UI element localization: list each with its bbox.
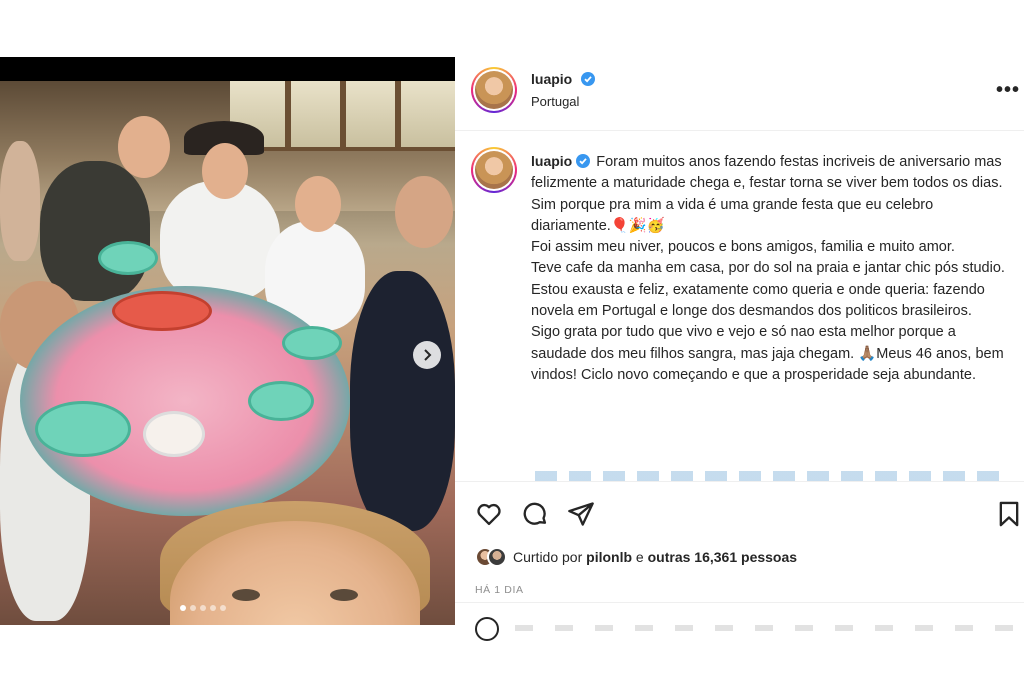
- avatar[interactable]: [471, 67, 517, 113]
- likes-summary: Curtido por pilonlb e outras 16,361 pess…: [475, 547, 797, 567]
- carousel-dot[interactable]: [190, 605, 196, 611]
- photo-content: [0, 81, 455, 625]
- caption-avatar[interactable]: [471, 147, 517, 193]
- liker-avatar: [487, 547, 507, 567]
- hashtags-overflow: [535, 471, 1005, 481]
- liker-username[interactable]: pilonlb: [586, 549, 632, 565]
- username-link[interactable]: luapio: [531, 71, 572, 87]
- post-header: luapio Portugal •••: [455, 57, 1024, 131]
- more-options-button[interactable]: •••: [996, 79, 1020, 102]
- caption-paragraph: Foi assim meu niver, poucos e bons amigo…: [531, 239, 955, 256]
- caption-text: luapio Foram muitos anos fazendo festas i…: [531, 151, 1011, 386]
- carousel-dot[interactable]: [220, 605, 226, 611]
- verified-badge-icon: [580, 72, 595, 86]
- caption-username[interactable]: luapio: [531, 153, 572, 169]
- comment-input[interactable]: [515, 625, 1015, 631]
- likes-count-link[interactable]: outras 16,361 pessoas: [648, 549, 797, 565]
- caption-paragraph: Sigo grata por tudo que vivo e vejo e só…: [531, 324, 1004, 383]
- carousel-dot[interactable]: [210, 605, 216, 611]
- post-photo[interactable]: [0, 57, 455, 625]
- carousel-dot[interactable]: [200, 605, 206, 611]
- caption-paragraph: Teve cafe da manha em casa, por do sol n…: [531, 260, 1005, 277]
- carousel-dots: [180, 605, 226, 611]
- verified-badge-icon: [576, 154, 591, 168]
- next-arrow-icon: [424, 349, 432, 361]
- action-bar: [455, 481, 1024, 541]
- comment-bar: [455, 602, 1024, 642]
- caption-paragraph: Estou exausta e feliz, exatamente como q…: [531, 281, 985, 320]
- location-link[interactable]: Portugal: [531, 94, 579, 109]
- emoji-icon[interactable]: [475, 617, 499, 641]
- carousel-next-button[interactable]: [413, 341, 441, 369]
- share-icon[interactable]: [567, 500, 595, 528]
- carousel-dot[interactable]: [180, 605, 186, 611]
- bookmark-icon[interactable]: [995, 500, 1023, 528]
- post-timestamp[interactable]: HÁ 1 DIA: [475, 584, 524, 596]
- caption-paragraph: Foram muitos anos fazendo festas incrive…: [531, 154, 1003, 234]
- caption: luapio Foram muitos anos fazendo festas i…: [455, 131, 1024, 481]
- comment-icon[interactable]: [521, 500, 549, 528]
- post-sidebar: luapio Portugal ••• luapio Foram muitos a…: [455, 57, 1024, 683]
- heart-icon[interactable]: [475, 500, 503, 528]
